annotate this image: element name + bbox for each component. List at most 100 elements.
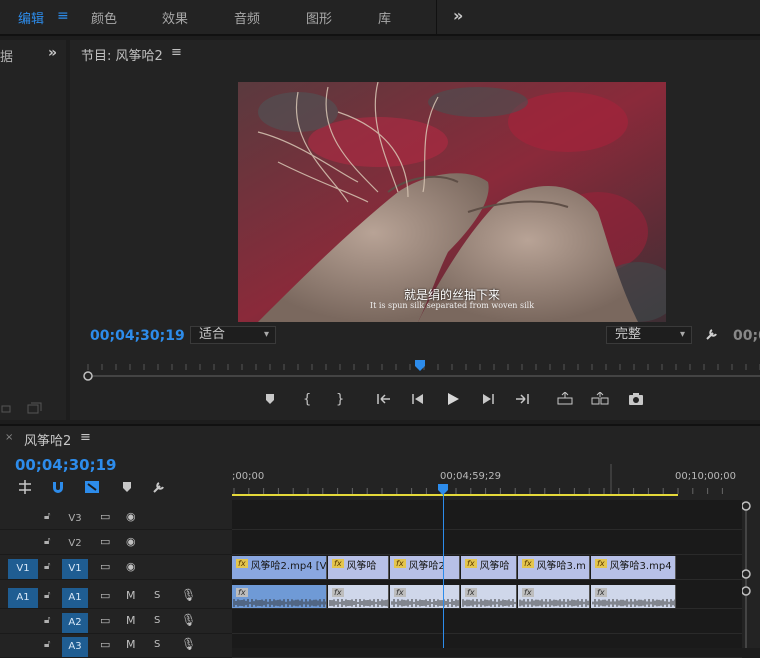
track-header-a3: 🔓︎ A3 ▭ M S 🎙︎	[0, 634, 232, 658]
workspace-tab-effects[interactable]: 效果	[162, 8, 188, 27]
playhead-timecode[interactable]: 00;04;30;19	[90, 328, 185, 344]
track-lane-a2[interactable]	[232, 610, 742, 634]
track-name[interactable]: A1	[62, 588, 88, 608]
lock-icon[interactable]: 🔓︎	[44, 639, 50, 650]
lock-icon[interactable]: 🔓︎	[44, 590, 50, 601]
track-header-v3: 🔓︎ V3 ▭ ◉	[0, 506, 232, 530]
track-lane-a1[interactable]: fx fx fx fx fx fx	[232, 585, 742, 609]
track-lane-v3[interactable]	[232, 506, 742, 530]
film-icon[interactable]: ▭	[100, 560, 110, 573]
timeline-playhead-line[interactable]	[443, 488, 444, 648]
monitor-zoom-scrollbar[interactable]	[80, 371, 760, 381]
eye-icon[interactable]: ◉	[126, 560, 136, 573]
nest-toggle-icon[interactable]	[17, 480, 33, 498]
audio-clip[interactable]: fx	[232, 585, 327, 608]
solo-button[interactable]: S	[154, 615, 160, 626]
video-clip[interactable]: fx 风筝哈	[328, 556, 389, 579]
lock-icon[interactable]: 🔓︎	[44, 511, 50, 522]
workspace-bar: 编辑 ≡ 颜色 效果 音频 图形 库 »	[0, 0, 760, 36]
workspace-tab-edit[interactable]: 编辑	[18, 8, 44, 27]
workspace-tab-libraries[interactable]: 库	[378, 8, 391, 27]
workspace-tab-graphics[interactable]: 图形	[306, 8, 332, 27]
workspace-menu-icon[interactable]: ≡	[57, 8, 69, 24]
zoom-fit-select[interactable]: 适合 ▾	[190, 326, 276, 344]
timeline-timecode[interactable]: 00;04;30;19	[15, 456, 117, 474]
track-lane-a3[interactable]	[232, 634, 742, 658]
film-icon[interactable]: ▭	[100, 510, 110, 523]
microphone-icon[interactable]: 🎙︎	[181, 613, 196, 627]
video-clip[interactable]: fx 风筝哈	[461, 556, 517, 579]
panel-more-icon[interactable]: »	[48, 45, 57, 61]
track-name[interactable]: V1	[62, 559, 88, 579]
fx-badge: fx	[595, 588, 607, 597]
panel-menu-icon[interactable]: ≡	[171, 45, 182, 60]
microphone-icon[interactable]: 🎙︎	[181, 588, 196, 602]
microphone-icon[interactable]: 🎙︎	[181, 637, 196, 651]
go-to-in-button[interactable]	[376, 392, 392, 410]
play-button[interactable]	[446, 392, 460, 410]
add-marker-icon[interactable]	[122, 480, 132, 498]
video-clip[interactable]: fx 风筝哈2	[390, 556, 460, 579]
clip-label: 风筝哈3.m	[536, 561, 586, 572]
subtitle-english: It is spun silk separated from woven sil…	[369, 301, 535, 310]
audio-clip[interactable]: fx	[390, 585, 460, 608]
film-icon[interactable]: ▭	[100, 614, 110, 627]
scroll-handle[interactable]	[83, 371, 93, 381]
mute-button[interactable]: M	[126, 589, 136, 602]
linked-selection-icon[interactable]	[84, 480, 100, 498]
snap-magnet-icon[interactable]	[51, 480, 65, 498]
film-icon[interactable]: ▭	[100, 589, 110, 602]
step-forward-button[interactable]	[481, 392, 495, 410]
source-patch-v1[interactable]: V1	[8, 559, 38, 579]
film-icon[interactable]: ▭	[100, 535, 110, 548]
export-frame-camera-icon[interactable]	[628, 392, 644, 410]
source-patch-a1[interactable]: A1	[8, 588, 38, 608]
track-lane-v2[interactable]	[232, 531, 742, 555]
solo-button[interactable]: S	[154, 590, 160, 601]
go-to-out-button[interactable]	[514, 392, 530, 410]
wrench-icon[interactable]	[152, 480, 166, 498]
track-name[interactable]: A2	[62, 613, 88, 633]
more-workspaces-icon[interactable]: »	[453, 6, 463, 25]
lock-icon[interactable]: 🔓︎	[44, 561, 50, 572]
panel-footer-icons	[0, 402, 44, 419]
add-marker-button[interactable]	[264, 392, 276, 410]
mark-out-button[interactable]: }	[336, 392, 344, 407]
close-icon[interactable]: ×	[5, 432, 13, 443]
lock-icon[interactable]: 🔓︎	[44, 615, 50, 626]
video-clip[interactable]: fx 风筝哈3.mp4	[591, 556, 676, 579]
wrench-icon[interactable]	[705, 327, 719, 345]
track-name[interactable]: A3	[62, 637, 88, 657]
audio-clip[interactable]: fx	[518, 585, 590, 608]
solo-button[interactable]: S	[154, 639, 160, 650]
lock-icon[interactable]: 🔓︎	[44, 536, 50, 547]
mute-button[interactable]: M	[126, 638, 136, 651]
playback-resolution-select[interactable]: 完整 ▾	[606, 326, 692, 344]
track-lane-v1[interactable]: fx 风筝哈2.mp4 [V] fx 风筝哈 fx 风筝哈2 fx 风筝哈 fx 风筝哈3…	[232, 556, 742, 580]
timeline-vertical-scrollbar[interactable]	[741, 500, 760, 648]
step-back-button[interactable]	[411, 392, 425, 410]
video-clip[interactable]: fx 风筝哈2.mp4 [V]	[232, 556, 327, 579]
work-area-bar[interactable]	[232, 494, 678, 496]
film-icon[interactable]: ▭	[100, 638, 110, 651]
sequence-tab[interactable]: 风筝哈2	[24, 430, 71, 449]
audio-clip[interactable]: fx	[591, 585, 676, 608]
timeline-time-ruler[interactable]: ;00;00 00;04;59;29 00;10;00;00	[232, 464, 742, 498]
extract-button[interactable]	[591, 391, 609, 410]
track-name[interactable]: V3	[62, 509, 88, 529]
left-panel-tab[interactable]: 据	[0, 46, 13, 65]
track-name[interactable]: V2	[62, 534, 88, 554]
mute-button[interactable]: M	[126, 614, 136, 627]
lift-button[interactable]	[556, 391, 574, 410]
eye-icon[interactable]: ◉	[126, 510, 136, 523]
eye-icon[interactable]: ◉	[126, 535, 136, 548]
program-monitor-title[interactable]: 节目: 风筝哈2	[81, 45, 163, 64]
panel-menu-icon[interactable]: ≡	[80, 430, 91, 445]
workspace-tab-color[interactable]: 颜色	[91, 8, 117, 27]
audio-clip[interactable]: fx	[461, 585, 517, 608]
clip-label: 风筝哈	[346, 561, 377, 572]
workspace-tab-audio[interactable]: 音频	[234, 8, 260, 27]
mark-in-button[interactable]: {	[303, 392, 311, 407]
audio-clip[interactable]: fx	[328, 585, 389, 608]
video-clip[interactable]: fx 风筝哈3.m	[518, 556, 590, 579]
